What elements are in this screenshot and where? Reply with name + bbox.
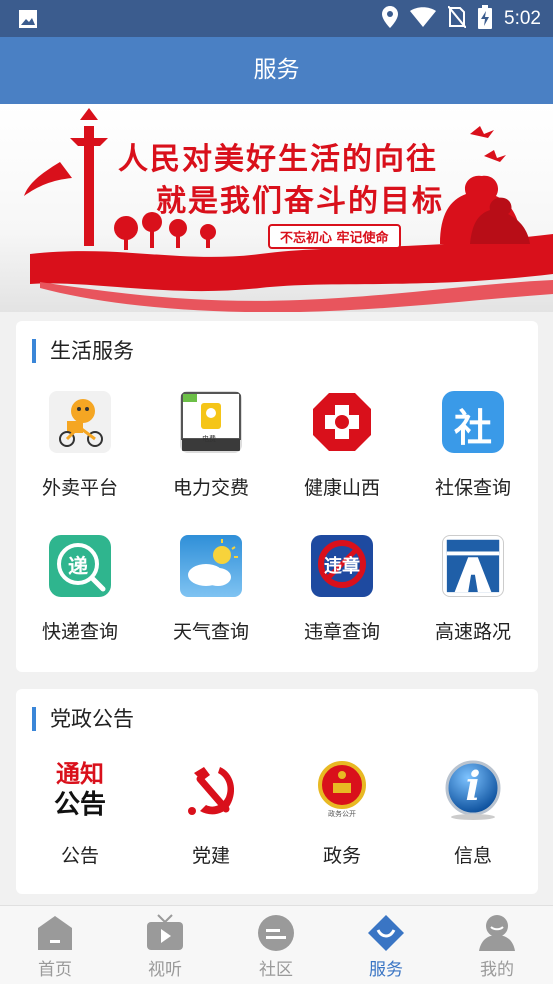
- service-label: 电力交费: [172, 477, 249, 499]
- weather-icon: [180, 535, 242, 597]
- nav-label: 我的: [480, 960, 514, 980]
- service-health[interactable]: 健康山西: [277, 391, 407, 500]
- home-icon: [36, 914, 74, 952]
- nav-profile[interactable]: 我的: [442, 914, 552, 980]
- service-label: 社保查询: [434, 477, 511, 499]
- nav-label: 服务: [369, 960, 403, 980]
- notice-label: 政务: [322, 845, 361, 867]
- service-electricity[interactable]: 电费 电力交费: [146, 391, 276, 500]
- section-title: 党政公告: [32, 707, 134, 731]
- notice-announcement[interactable]: 通知 公告 公告: [15, 759, 145, 868]
- notice-icon-text-top: 通知: [56, 760, 104, 788]
- notice-icon-text-bottom: 公告: [53, 790, 106, 820]
- notice-label: 信息: [453, 845, 492, 867]
- nav-service[interactable]: 服务: [331, 914, 441, 980]
- national-emblem-icon: 政务公开: [311, 759, 373, 821]
- profile-icon: [478, 914, 516, 952]
- service-label: 天气查询: [172, 621, 249, 643]
- service-social-security[interactable]: 社 社保查询: [408, 391, 538, 500]
- nav-media[interactable]: 视听: [110, 914, 220, 980]
- nav-label: 社区: [259, 960, 293, 980]
- info-icon: i: [442, 759, 504, 821]
- page-title: 服务: [253, 57, 300, 83]
- health-cross-icon: [311, 391, 373, 453]
- life-services-card: 生活服务 外卖平台 电费 电力交费 健康山西 社 社保查询 递 快递查询 天气查…: [16, 321, 538, 672]
- image-icon: [18, 9, 38, 33]
- section-title: 生活服务: [32, 339, 134, 363]
- banner-slogan-line1: 人民对美好生活的向往: [118, 142, 438, 177]
- violation-icon-text: 违章: [324, 556, 360, 577]
- service-express[interactable]: 递 快递查询: [15, 535, 145, 644]
- national-emblem-icon-text: 政务公开: [328, 810, 356, 818]
- social-security-icon-text: 社: [453, 406, 492, 450]
- party-notices-card: 党政公告 通知 公告 公告 党建 政务公开 政务 i 信息: [16, 689, 538, 894]
- notice-information[interactable]: i 信息: [408, 759, 538, 868]
- status-bar: 5:02: [0, 0, 553, 37]
- no-sim-icon: [447, 4, 467, 32]
- takeout-icon: [49, 391, 111, 453]
- express-icon: 递: [49, 535, 111, 597]
- service-label: 快递查询: [41, 621, 118, 643]
- notice-government-affairs[interactable]: 政务公开 政务: [277, 759, 407, 868]
- express-icon-text: 递: [68, 554, 88, 578]
- service-label: 高速路况: [434, 621, 511, 643]
- nav-label: 首页: [38, 960, 72, 980]
- status-time: 5:02: [504, 7, 541, 29]
- app-header: 服务: [0, 37, 553, 104]
- notice-label: 党建: [191, 845, 230, 867]
- notice-label: 公告: [60, 845, 99, 867]
- service-icon: [367, 914, 405, 952]
- info-icon-text: i: [465, 763, 481, 810]
- banner-tag: 不忘初心 牢记使命: [268, 224, 401, 249]
- nav-community[interactable]: 社区: [221, 914, 331, 980]
- bottom-nav: 首页 视听 社区 服务 我的: [0, 905, 553, 984]
- electricity-icon-text: 电费: [202, 435, 216, 443]
- service-label: 违章查询: [303, 621, 380, 643]
- service-label: 健康山西: [303, 477, 380, 499]
- slogan-banner[interactable]: 人民对美好生活的向往 就是我们奋斗的目标 不忘初心 牢记使命: [0, 104, 553, 312]
- tv-icon: [146, 914, 184, 952]
- service-violation[interactable]: 违章 违章查询: [277, 535, 407, 644]
- service-highway[interactable]: 高速路况: [408, 535, 538, 644]
- notice-party-building[interactable]: 党建: [146, 759, 276, 868]
- nav-home[interactable]: 首页: [0, 914, 110, 980]
- banner-slogan-line2: 就是我们奋斗的目标: [156, 184, 444, 219]
- location-icon: [382, 5, 399, 32]
- violation-icon: 违章: [311, 535, 373, 597]
- social-security-icon: 社: [442, 391, 504, 453]
- service-takeout[interactable]: 外卖平台: [15, 391, 145, 500]
- service-weather[interactable]: 天气查询: [146, 535, 276, 644]
- battery-charging-icon: [478, 4, 493, 33]
- community-icon: [257, 914, 295, 952]
- service-label: 外卖平台: [41, 477, 118, 499]
- electricity-icon: 电费: [180, 391, 242, 453]
- notice-icon: 通知 公告: [49, 759, 111, 821]
- nav-label: 视听: [148, 960, 182, 980]
- highway-icon: [442, 535, 504, 597]
- party-emblem-icon: [180, 759, 242, 821]
- wifi-icon: [410, 6, 437, 31]
